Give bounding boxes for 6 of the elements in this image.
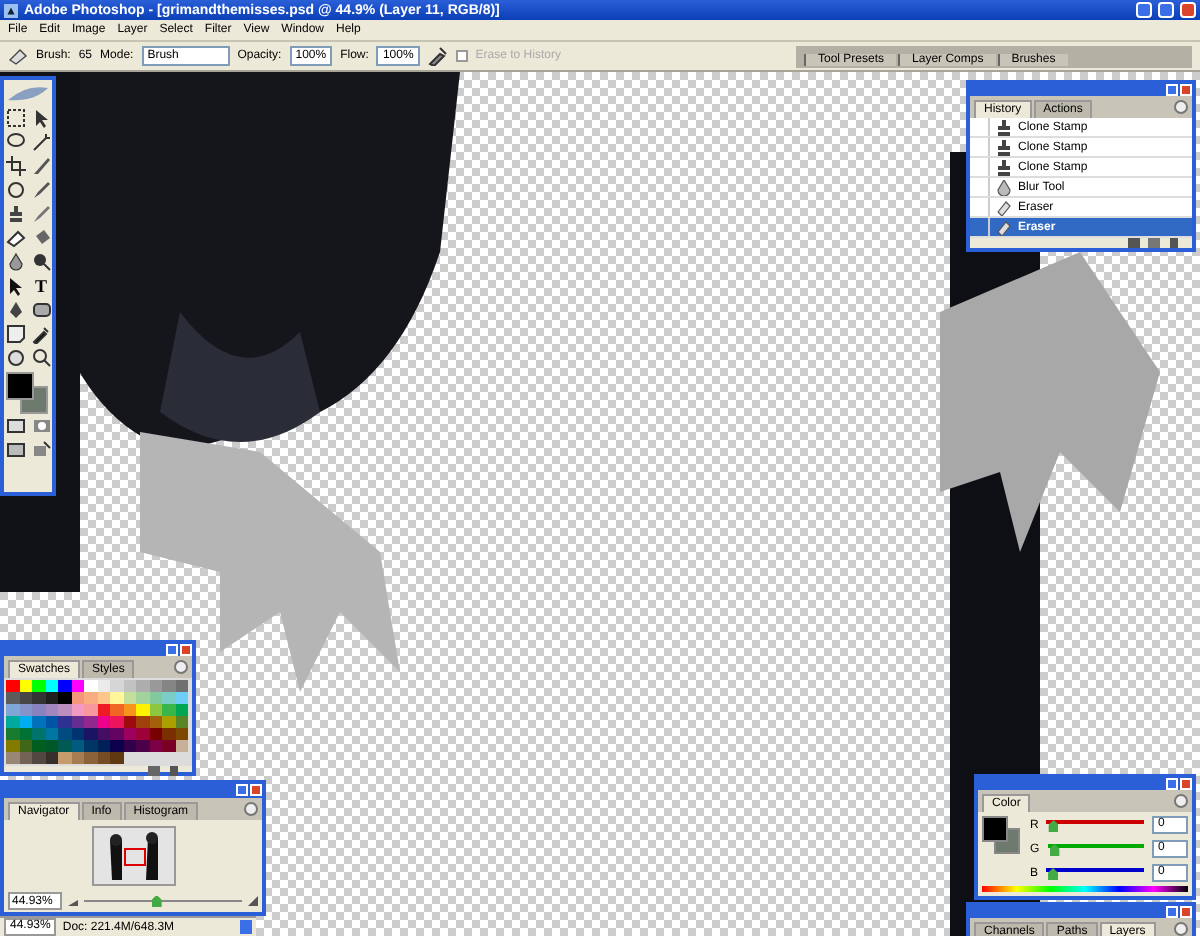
airbrush-icon[interactable] [427, 46, 448, 66]
eraser-icon[interactable] [8, 46, 28, 66]
restore-button[interactable] [1158, 2, 1174, 18]
close-button[interactable] [1180, 2, 1196, 18]
minimize-button[interactable] [1136, 2, 1152, 18]
app-icon [4, 3, 18, 17]
